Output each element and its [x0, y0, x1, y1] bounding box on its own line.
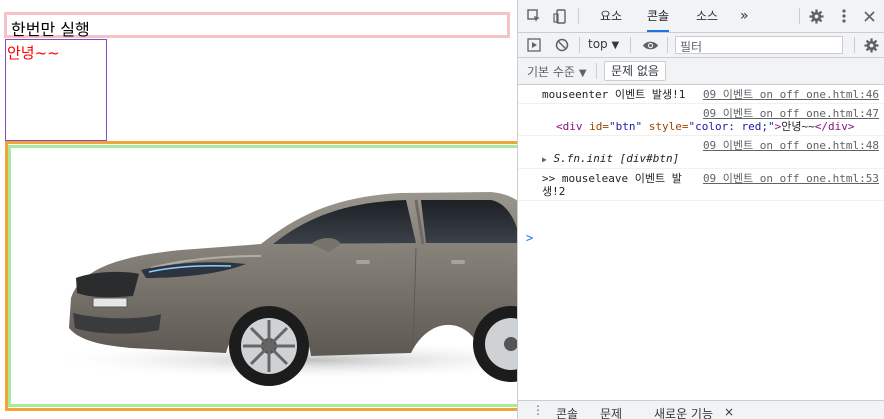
console-toolbar: top ▼ 필터	[518, 33, 884, 58]
console-message: 09 이벤트 on off one.html:47 <div id="btn" …	[518, 104, 884, 136]
source-link[interactable]: 09 이벤트 on off one.html:53	[703, 172, 879, 185]
car-image	[41, 192, 518, 386]
gear-icon[interactable]	[808, 8, 824, 24]
toolbar-divider-4	[854, 37, 855, 53]
toolbar-divider-3	[667, 37, 668, 53]
tabbar-divider-2	[799, 8, 800, 24]
console-messages: 09 이벤트 on off one.html:46 mouseenter 이벤트…	[518, 85, 884, 400]
source-link[interactable]: 09 이벤트 on off one.html:46	[703, 88, 879, 101]
levelbar-divider	[596, 63, 597, 79]
expand-triangle-icon: ▶	[542, 155, 547, 164]
drawer-tabbar: ⋮ 콘솔 문제 새로운 기능 ×	[518, 400, 884, 419]
log-level-value: 기본 수준	[527, 65, 575, 79]
message-text: mouseenter 이벤트 발생!1	[542, 88, 686, 101]
inspect-element-icon[interactable]	[526, 8, 542, 24]
html-inner-text: 안녕~~	[781, 120, 815, 133]
drawer-tab-whats-new[interactable]: 새로운 기능	[654, 405, 713, 419]
chevron-down-icon: ▼	[578, 68, 587, 79]
attr-name: id=	[589, 120, 609, 133]
image-container[interactable]	[8, 145, 518, 407]
log-level-select[interactable]: 기본 수준 ▼	[527, 63, 587, 80]
drawer-tab-console[interactable]: 콘솔	[556, 405, 578, 419]
clear-console-icon[interactable]	[554, 37, 570, 53]
page-viewport: 한번만 실행 안녕~~	[0, 0, 518, 419]
object-preview: S.fn.init [div#btn]	[553, 152, 680, 165]
attr-value: "btn"	[609, 120, 643, 133]
devtools-panel: 요소 콘솔 소스 » top ▼ 필터 기본 수준 ▼ 문제 없음 09 이벤트…	[517, 0, 884, 419]
console-message: 09 이벤트 on off one.html:48 ▶ S.fn.init [d…	[518, 136, 884, 169]
toolbar-divider	[579, 37, 580, 53]
chevron-down-icon: ▼	[611, 40, 620, 51]
drawer-tab-issues[interactable]: 문제	[600, 405, 622, 419]
console-levelbar: 기본 수준 ▼ 문제 없음	[518, 58, 884, 85]
devtools-tabbar: 요소 콘솔 소스 »	[518, 0, 884, 33]
show-sidebar-icon[interactable]	[526, 37, 542, 53]
tab-console[interactable]: 콘솔	[647, 0, 670, 32]
context-select[interactable]: top ▼	[588, 37, 619, 51]
html-tag-close: </div>	[814, 120, 855, 133]
issues-button[interactable]: 문제 없음	[604, 61, 666, 81]
object-node[interactable]: ▶ S.fn.init [div#btn]	[542, 152, 879, 166]
greeting-div[interactable]: 안녕~~	[5, 39, 107, 141]
context-select-value: top	[588, 37, 608, 51]
html-element-node[interactable]: <div id="btn" style="color: red;">안녕~~</…	[556, 120, 879, 133]
kebab-menu-icon[interactable]	[837, 8, 851, 24]
source-link[interactable]: 09 이벤트 on off one.html:48	[703, 139, 879, 152]
eye-icon[interactable]	[640, 37, 660, 53]
html-tag-open: <div	[556, 120, 590, 133]
attr-value: "color: red;"	[688, 120, 775, 133]
message-text: >> mouseleave 이벤트 발생!2	[542, 172, 682, 198]
attr-name: style=	[642, 120, 689, 133]
more-tabs-button[interactable]: »	[740, 0, 749, 32]
console-message: 09 이벤트 on off one.html:46 mouseenter 이벤트…	[518, 85, 884, 104]
tab-sources[interactable]: 소스	[696, 0, 718, 32]
close-devtools-icon[interactable]	[861, 8, 877, 24]
console-settings-icon[interactable]	[863, 37, 879, 53]
toolbar-divider-2	[630, 37, 631, 53]
once-run-box[interactable]: 한번만 실행	[4, 12, 510, 39]
tabbar-divider	[578, 8, 579, 24]
console-prompt[interactable]: >	[526, 231, 533, 245]
console-message: 09 이벤트 on off one.html:53 >> mouseleave …	[518, 169, 884, 201]
source-link[interactable]: 09 이벤트 on off one.html:47	[703, 107, 879, 120]
filter-input[interactable]: 필터	[675, 36, 843, 54]
device-toolbar-icon[interactable]	[552, 8, 568, 24]
drawer-menu-icon[interactable]: ⋮	[532, 403, 544, 417]
close-icon[interactable]: ×	[724, 405, 734, 419]
tab-elements[interactable]: 요소	[600, 0, 622, 32]
